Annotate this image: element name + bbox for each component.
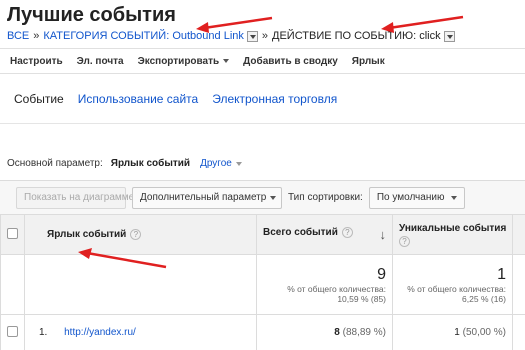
unique-events-share: 6,25 % (16)	[462, 293, 506, 304]
total-events-value: 9	[377, 265, 386, 283]
row-index: 1.	[39, 327, 48, 338]
report-toolbar: Настроить Эл. почта Экспортировать Добав…	[0, 48, 525, 74]
customize-button[interactable]: Настроить	[0, 56, 70, 67]
select-all-checkbox[interactable]	[7, 227, 18, 239]
row-total-events-pct: (88,89 %)	[342, 327, 386, 338]
breadcrumb-action: ДЕЙСТВИЕ ПО СОБЫТИЮ: click	[272, 30, 441, 42]
chevron-down-icon	[450, 195, 457, 200]
column-header-label[interactable]: Ярлык событий?	[24, 214, 257, 255]
breadcrumb-all[interactable]: ВСЕ	[7, 30, 29, 42]
row-label-link[interactable]: http://yandex.ru/	[64, 327, 136, 338]
table-row: 1. http://yandex.ru/ 8 (88,89 %) 1 (50,0…	[0, 314, 525, 350]
unique-events-share-label: % от общего количества:	[407, 283, 506, 294]
sort-descending-icon: ↓	[379, 227, 387, 242]
breadcrumb-category[interactable]: КАТЕГОРИЯ СОБЫТИЙ: Outbound Link	[43, 30, 244, 42]
add-to-dashboard-button[interactable]: Добавить в сводку	[236, 56, 345, 67]
chevron-down-icon	[223, 59, 230, 63]
plot-rows-button[interactable]: Показать на диаграмме	[16, 186, 134, 209]
unique-events-value: 1	[497, 265, 506, 283]
column-header-unique-events[interactable]: Уникальные события?	[392, 214, 513, 255]
category-dropdown-icon[interactable]	[246, 30, 258, 42]
column-header-total-events[interactable]: Всего событий? ↓	[256, 214, 393, 255]
breadcrumb: ВСЕ » КАТЕГОРИЯ СОБЫТИЙ: Outbound Link »…	[7, 30, 455, 42]
row-unique-events-pct: (50,00 %)	[462, 327, 506, 338]
chevron-down-icon	[235, 161, 242, 166]
breadcrumb-separator: »	[261, 30, 269, 42]
page-title: Лучшие события	[7, 4, 176, 26]
help-icon[interactable]: ?	[399, 236, 410, 247]
totals-row: 9 % от общего количества: 10,59 % (85) 1…	[0, 254, 525, 315]
sort-type-select[interactable]: По умолчанию	[368, 186, 465, 209]
primary-dimension-label: Основной параметр:	[7, 158, 103, 169]
primary-dimension-other[interactable]: Другое	[200, 158, 242, 169]
tab-ecommerce[interactable]: Электронная торговля	[212, 92, 337, 106]
action-dropdown-icon[interactable]	[443, 30, 455, 42]
primary-dimension-current: Ярлык событий	[110, 158, 191, 169]
email-button[interactable]: Эл. почта	[70, 56, 131, 67]
table-controls: Показать на диаграмме Дополнительный пар…	[0, 180, 525, 214]
secondary-dimension-select[interactable]: Дополнительный параметр	[132, 186, 282, 209]
tab-event[interactable]: Событие	[14, 92, 64, 106]
chevron-down-icon	[270, 195, 277, 200]
export-button[interactable]: Экспортировать	[131, 56, 237, 67]
sort-type-label: Тип сортировки:	[288, 192, 363, 203]
row-total-events: 8	[334, 327, 340, 338]
row-unique-events: 1	[454, 327, 460, 338]
tab-site-usage[interactable]: Использование сайта	[78, 92, 199, 106]
primary-dimension-row: Основной параметр: Ярлык событий Другое	[7, 158, 242, 169]
breadcrumb-separator: »	[33, 30, 40, 42]
total-events-share-label: % от общего количества:	[287, 283, 386, 294]
shortcut-button[interactable]: Ярлык	[345, 56, 392, 67]
total-events-share: 10,59 % (85)	[337, 293, 386, 304]
help-icon[interactable]: ?	[341, 227, 353, 238]
help-icon[interactable]: ?	[130, 228, 142, 240]
explorer-tabs: Событие Использование сайта Электронная …	[0, 74, 525, 124]
row-checkbox[interactable]	[7, 325, 18, 337]
data-table: Ярлык событий? Всего событий? ↓ Уникальны…	[0, 214, 525, 350]
